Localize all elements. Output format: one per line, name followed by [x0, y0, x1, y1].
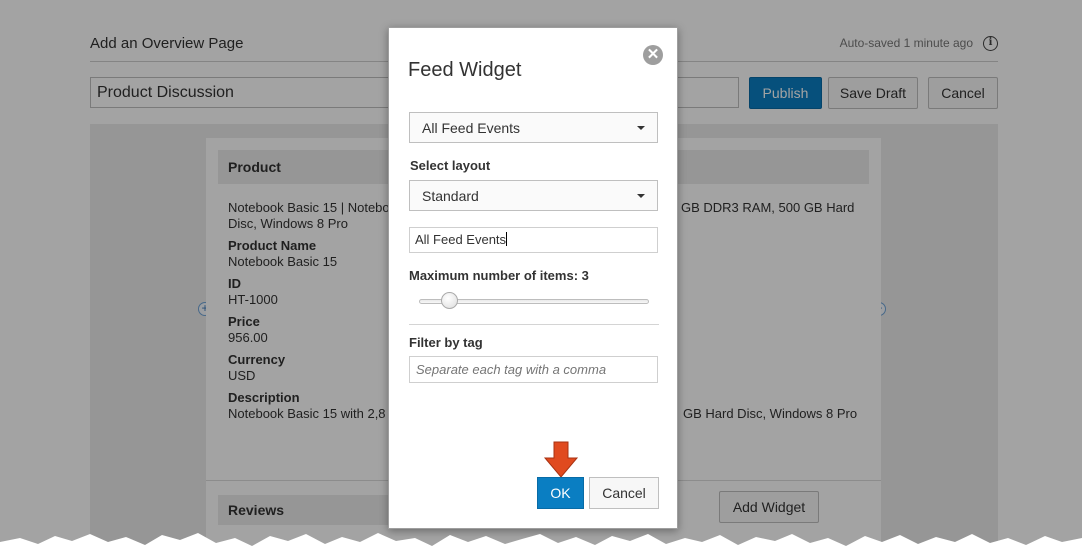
- slider-handle[interactable]: [441, 292, 459, 309]
- chevron-down-icon: [637, 194, 645, 198]
- max-items-label: Maximum number of items: 3: [409, 268, 589, 283]
- layout-value: Standard: [422, 188, 479, 204]
- widget-title-input[interactable]: All Feed Events: [409, 227, 658, 253]
- text-cursor: [506, 232, 508, 246]
- filter-tag-label: Filter by tag: [409, 335, 483, 350]
- feed-type-value: All Feed Events: [422, 120, 521, 136]
- feed-widget-dialog: Feed Widget ✕ All Feed Events Select lay…: [388, 27, 678, 529]
- divider: [409, 324, 659, 325]
- close-icon[interactable]: ✕: [643, 45, 663, 65]
- max-items-value: 3: [581, 268, 589, 283]
- feed-type-select[interactable]: All Feed Events: [409, 112, 658, 143]
- arrow-down-icon: [543, 441, 579, 478]
- filter-tag-input[interactable]: [409, 356, 658, 383]
- layout-label: Select layout: [410, 158, 491, 173]
- max-items-label-text: Maximum number of items:: [409, 268, 579, 283]
- dialog-title: Feed Widget: [408, 59, 522, 81]
- layout-select[interactable]: Standard: [409, 180, 658, 211]
- widget-title-value: All Feed Events: [415, 232, 507, 247]
- ok-button[interactable]: OK: [537, 477, 584, 509]
- dialog-cancel-button[interactable]: Cancel: [589, 477, 659, 509]
- torn-edge: [0, 533, 1082, 556]
- chevron-down-icon: [637, 126, 645, 130]
